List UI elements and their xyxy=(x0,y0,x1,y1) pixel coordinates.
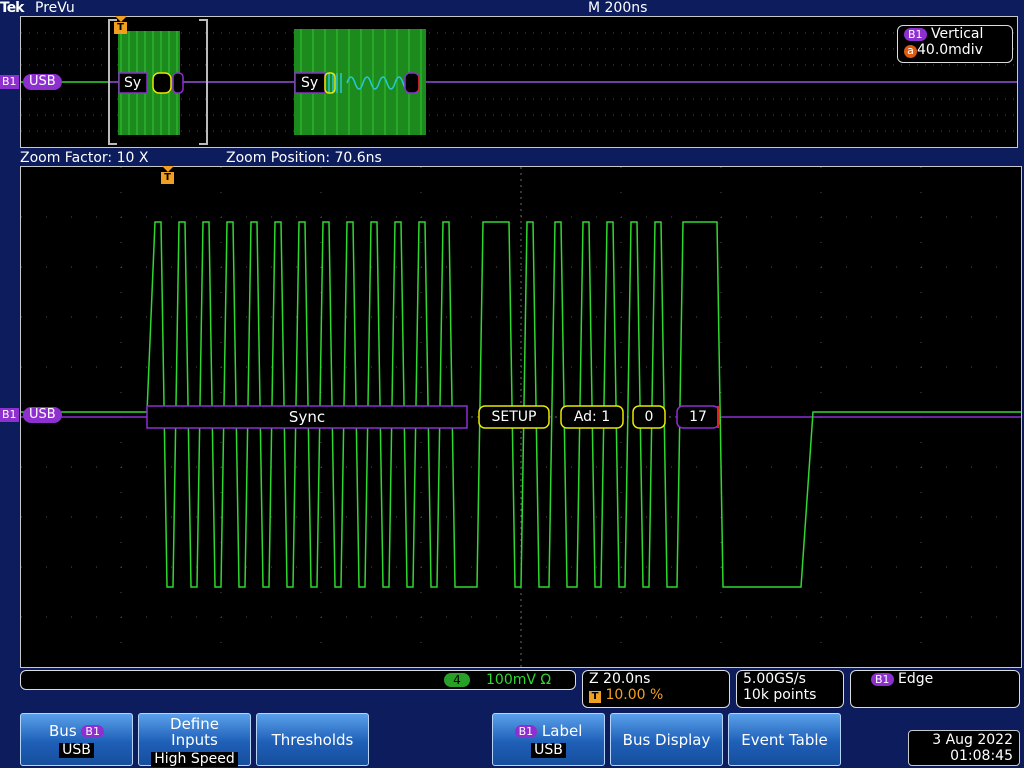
main-trigger-icon[interactable]: T xyxy=(161,166,174,184)
acquisition-readout[interactable]: 5.00GS/s 10k points xyxy=(736,670,844,708)
decode-endpoint[interactable]: 0 xyxy=(633,406,665,428)
timebase-readout: M 200ns xyxy=(588,0,648,16)
decode-address[interactable]: Ad: 1 xyxy=(561,406,623,428)
bus-display-button[interactable]: Bus Display xyxy=(610,713,723,766)
bus-button-badge: B1 xyxy=(81,725,104,738)
overview-sync-label-2: Sy xyxy=(301,75,319,91)
datetime-box: 3 Aug 2022 01:08:45 xyxy=(908,730,1020,766)
overview-trigger-icon[interactable]: T xyxy=(114,16,127,34)
label-button[interactable]: B1 Label USB xyxy=(492,713,605,766)
bus-button[interactable]: Bus B1 USB xyxy=(20,713,133,766)
event-table-label: Event Table xyxy=(741,731,828,749)
zoom-position: Zoom Position: 70.6ns xyxy=(226,150,382,166)
trigger-source-badge: B1 xyxy=(871,672,894,686)
decode-sync[interactable]: Sync xyxy=(147,406,467,428)
channel-number-badge: 4 xyxy=(444,673,470,687)
bus-display-label: Bus Display xyxy=(622,731,711,749)
decode-crc[interactable]: 17 xyxy=(677,406,719,428)
bus-button-label: Bus xyxy=(49,722,77,740)
vertical-readout[interactable]: B1 Vertical a 40.0mdiv xyxy=(897,25,1013,63)
label-button-label: Label xyxy=(541,722,583,740)
define-inputs-line2: Inputs xyxy=(171,731,218,749)
channel-scale: 100mV Ω xyxy=(486,672,552,688)
channel-readout[interactable]: 4 100mV Ω xyxy=(20,670,576,690)
overview-sync-label-1: Sy xyxy=(124,75,142,91)
label-button-badge: B1 xyxy=(514,725,538,738)
trigger-readout[interactable]: B1 Edge xyxy=(850,670,1020,708)
thresholds-label: Thresholds xyxy=(271,731,354,749)
date-readout: 3 Aug 2022 xyxy=(932,732,1013,748)
mode-label: PreVu xyxy=(35,0,75,16)
record-length: 10k points xyxy=(743,687,817,703)
main-bus-label[interactable]: USB xyxy=(23,407,62,423)
overview-waveform-svg xyxy=(21,19,1017,145)
brand-logo: Tek xyxy=(0,0,24,16)
time-readout: 01:08:45 xyxy=(950,748,1013,764)
thresholds-button[interactable]: Thresholds xyxy=(256,713,369,766)
zoom-scale-readout[interactable]: Z 20.0ns T 10.00 % xyxy=(582,670,730,708)
vertical-value: 40.0mdiv xyxy=(917,42,983,58)
main-waveform-panel[interactable]: Sync SETUP Ad: 1 0 17 xyxy=(20,166,1022,668)
overview-bus-marker[interactable]: B1 xyxy=(0,75,19,89)
label-button-value: USB xyxy=(531,743,566,758)
overview-bus-label[interactable]: USB xyxy=(23,74,62,90)
zoom-factor: Zoom Factor: 10 X xyxy=(20,150,149,166)
trigger-position-icon: T xyxy=(589,691,601,703)
bus-button-value: USB xyxy=(59,743,94,758)
trigger-position: 10.00 % xyxy=(605,687,664,703)
main-trigger-letter: T xyxy=(161,172,174,184)
overview-waveform-panel: Sy Sy B1 Vertical a 40.0mdiv xyxy=(20,16,1018,148)
trigger-type: Edge xyxy=(898,671,934,687)
vertical-bus-badge: B1 xyxy=(904,27,927,41)
define-inputs-value: High Speed xyxy=(151,752,238,767)
main-bus-marker[interactable]: B1 xyxy=(0,408,19,422)
event-table-button[interactable]: Event Table xyxy=(728,713,841,766)
sample-rate: 5.00GS/s xyxy=(743,671,806,687)
vertical-title: Vertical xyxy=(931,26,984,42)
decode-setup[interactable]: SETUP xyxy=(479,406,549,428)
overview-trigger-letter: T xyxy=(114,22,127,34)
define-inputs-button[interactable]: Define Inputs High Speed xyxy=(138,713,251,767)
math-icon: a xyxy=(904,45,917,58)
zoom-scale: Z 20.0ns xyxy=(589,671,651,687)
